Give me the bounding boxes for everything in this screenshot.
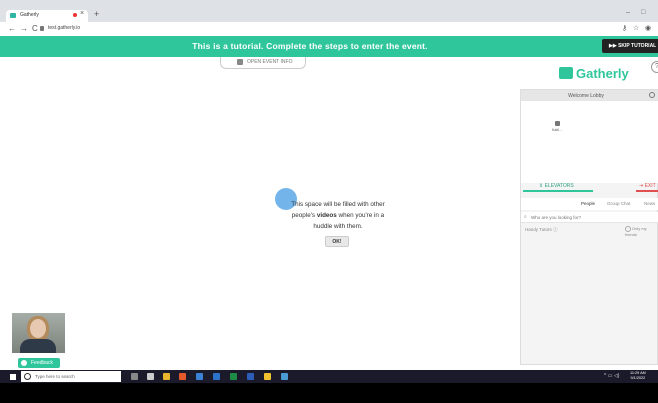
gatherly-logo-text: Gatherly	[576, 66, 629, 81]
elevators-underline	[523, 190, 593, 192]
word-icon[interactable]	[247, 373, 254, 380]
recording-indicator-icon	[73, 13, 77, 17]
people-search-input[interactable]	[531, 213, 653, 221]
handy-tutors-label: Handy Tutors ⓘ	[525, 227, 558, 232]
info-icon	[237, 59, 243, 65]
lobby-header: Welcome Lobby	[521, 90, 658, 101]
address-bar: ← → C test.gatherly.io ⚷ ☆ ◉	[0, 22, 658, 36]
skip-tutorial-button[interactable]: ▶▶ SKIP TUTORIAL	[602, 39, 658, 53]
tip-line-2-bold: videos	[316, 212, 337, 219]
tip-line-2-post: when you're in a	[336, 212, 385, 219]
edge-icon[interactable]	[213, 373, 220, 380]
open-event-info-button[interactable]: OPEN EVENT INFO	[220, 57, 306, 69]
tab-title: Gatherly	[20, 12, 39, 18]
windows-taskbar: Type here to search ^ ▭ ◁) 11:29 AM 9/1/…	[0, 370, 658, 383]
sidebar-tabs: People Group Chat News	[521, 198, 658, 210]
lock-icon	[40, 26, 44, 31]
tutorial-banner: This is a tutorial. Complete the steps t…	[0, 36, 658, 57]
elevators-label: ⇕ ELEVATORS	[539, 183, 574, 189]
gatherly-favicon-icon	[10, 13, 16, 18]
tip-line-3: huddle with them.	[313, 223, 363, 230]
tip-line-2: people's videos when you're in a	[278, 210, 398, 221]
search-icon: ⌕	[524, 214, 527, 220]
sidebar-panel: Welcome Lobby Kaitl... ⇕ ELEVATORS ⇥ EXI…	[520, 89, 658, 365]
people-search: ⌕	[521, 212, 658, 223]
lobby-map[interactable]: Kaitl...	[521, 101, 658, 183]
windows-start-icon[interactable]	[10, 374, 16, 380]
key-icon[interactable]: ⚷	[622, 24, 627, 32]
back-button[interactable]: ←	[8, 24, 16, 33]
tray-icons[interactable]: ^ ▭ ◁)	[604, 373, 619, 379]
screen-recorder-icon[interactable]	[281, 373, 288, 380]
help-icon[interactable]: ?	[651, 61, 658, 73]
taskbar-clock[interactable]: 11:29 AM 9/1/2022	[630, 371, 646, 381]
tab-news[interactable]: News	[644, 201, 655, 206]
firefox-icon[interactable]	[179, 373, 186, 380]
tip-line-2-pre: people's	[291, 212, 317, 219]
elevators-button[interactable]: ⇕ ELEVATORS	[521, 183, 593, 192]
tab-group-chat[interactable]: Group Chat	[607, 201, 630, 206]
file-explorer-icon[interactable]	[163, 373, 170, 380]
excel-icon[interactable]	[230, 373, 237, 380]
webcam-person-body	[20, 339, 56, 353]
new-tab-button[interactable]: +	[94, 9, 99, 19]
feedback-button[interactable]: Feedback	[18, 358, 60, 368]
open-event-info-label: OPEN EVENT INFO	[247, 59, 293, 65]
lobby-title: Welcome Lobby	[568, 93, 604, 99]
webcam-preview	[12, 313, 65, 353]
chrome-icon[interactable]	[264, 373, 271, 380]
only-friends-toggle[interactable]: Only my friends	[625, 226, 657, 237]
screen: Gatherly × + – □ ← → C test.gatherly.io …	[0, 0, 658, 370]
tutorial-tip-text: This space will be filled with other peo…	[278, 199, 398, 232]
profile-icon[interactable]: ◉	[645, 24, 651, 32]
taskbar-search-placeholder: Type here to search	[35, 374, 75, 379]
browser-tab[interactable]: Gatherly ×	[6, 10, 88, 22]
tutorial-ok-button[interactable]: OK!	[325, 236, 349, 247]
search-icon	[24, 373, 31, 380]
browser-tab-bar: Gatherly × + – □	[0, 0, 658, 22]
gatherly-logo-icon	[559, 67, 573, 79]
forward-button[interactable]: →	[20, 24, 28, 33]
webcam-person-face	[30, 319, 46, 338]
tutorial-banner-text: This is a tutorial. Complete the steps t…	[192, 41, 428, 51]
tip-line-1: This space will be filled with other	[291, 201, 385, 208]
exit-underline	[636, 190, 658, 192]
exit-button[interactable]: ⇥ EXIT	[636, 183, 658, 192]
tab-close-icon[interactable]: ×	[80, 10, 84, 17]
url-field[interactable]: test.gatherly.io	[48, 25, 80, 31]
tab-people[interactable]: People	[581, 201, 595, 206]
exit-label: ⇥ EXIT	[639, 183, 656, 189]
task-view-icon[interactable]	[147, 373, 154, 380]
lobby-settings-icon[interactable]	[649, 92, 655, 98]
user-avatar[interactable]	[555, 121, 560, 126]
microphone-icon[interactable]	[131, 373, 138, 380]
bookmark-star-icon[interactable]: ☆	[633, 24, 639, 32]
teams-icon[interactable]	[196, 373, 203, 380]
feedback-icon	[21, 360, 27, 366]
user-avatar-label: Kaitl...	[552, 128, 562, 132]
maximize-button[interactable]: □	[641, 9, 645, 16]
gatherly-logo: Gatherly	[559, 64, 629, 84]
minimize-button[interactable]: –	[626, 9, 630, 16]
clock-date: 9/1/2022	[630, 376, 646, 380]
reload-button[interactable]: C	[32, 24, 38, 33]
taskbar-search[interactable]: Type here to search	[21, 371, 121, 382]
feedback-label: Feedback	[31, 360, 53, 366]
